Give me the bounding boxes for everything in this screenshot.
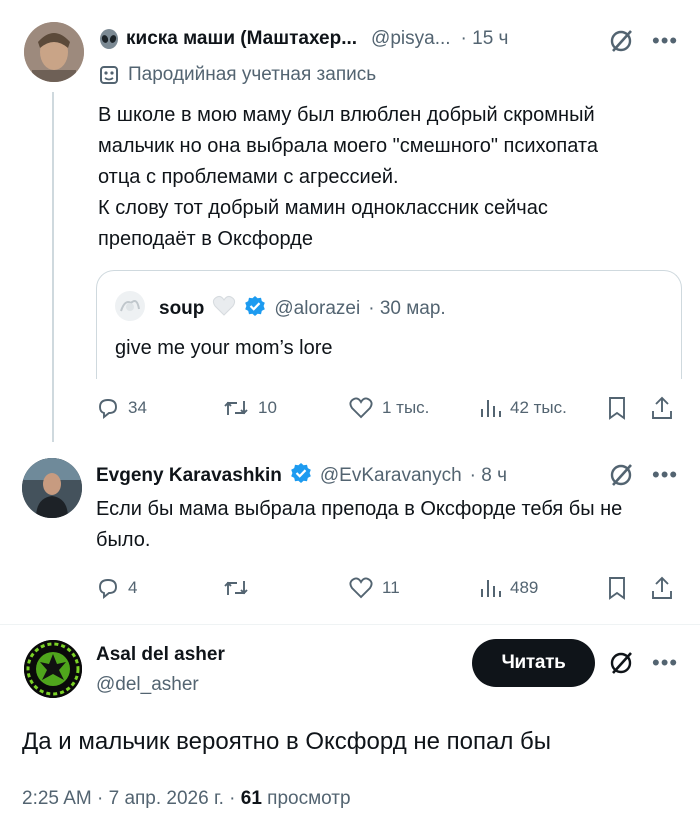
repost-count: 10 [258,398,277,417]
views-button[interactable]: 489 [478,576,538,600]
like-icon [348,576,374,600]
bookmark-icon[interactable] [606,576,628,600]
quoted-tweet[interactable]: soup @alorazei · 30 мар. give me your mo… [96,270,682,379]
reply-count: 4 [128,578,138,597]
quote-avatar [115,291,145,321]
repost-button[interactable] [222,576,258,600]
repost-icon [222,576,250,600]
reply-count: 34 [128,398,147,417]
like-count: 1 тыс. [382,398,430,417]
views-icon [478,576,502,600]
quote-date: · 30 мар. [368,297,446,319]
tweet-time[interactable]: · 8 ч [470,465,507,487]
author-handle[interactable]: @del_asher [96,674,199,696]
verified-badge-icon [244,295,266,322]
tweet-text: Если бы мама выбрала препода в Оксфорде … [96,498,623,551]
views-label: просмотр [267,788,351,809]
like-button[interactable]: 11 [348,576,400,600]
author-name[interactable]: Asal del asher [96,644,225,666]
share-icon[interactable] [650,396,674,420]
reply-button[interactable]: 4 [96,576,137,600]
author-handle[interactable]: @EvKaravanych [320,465,462,487]
repost-button[interactable]: 10 [222,396,277,420]
quote-text: give me your mom’s lore [115,337,333,359]
thread-line [52,92,54,442]
avatar[interactable] [22,458,82,518]
views-icon [478,396,502,420]
heart-emoji-icon [212,295,236,322]
like-button[interactable]: 1 тыс. [348,396,429,420]
views-button[interactable]: 42 тыс. [478,396,567,420]
avatar[interactable] [24,22,84,82]
reply-icon [96,576,120,600]
reply-icon [96,396,120,420]
divider [0,624,700,625]
parody-label: Пародийная учетная запись [128,64,377,85]
grok-icon[interactable] [609,28,635,54]
quote-author-handle: @alorazei [274,297,361,319]
author-handle[interactable]: @pisya... [371,28,450,50]
tweet-time[interactable]: · 15 ч [461,28,509,50]
follow-button[interactable]: Читать [472,639,595,687]
avatar[interactable] [24,640,82,698]
grok-icon[interactable] [609,650,635,676]
tweet-text: Да и мальчик вероятно в Оксфорд не попал… [22,728,551,755]
tweet-text: В школе в мою маму был влюблен добрый ск… [98,104,598,250]
quote-author-name: soup [159,297,205,319]
tweet-meta: 2:25 AM · 7 апр. 2026 г. · 61 просмотр [22,788,351,810]
share-icon[interactable] [650,576,674,600]
views-count: 489 [510,578,539,597]
parody-mask-icon [98,64,120,86]
more-icon[interactable]: ••• [652,464,678,486]
like-icon [348,396,374,420]
bookmark-icon[interactable] [606,396,628,420]
views-count: 42 тыс. [510,398,567,417]
views-count: 61 [240,788,262,809]
like-count: 11 [382,578,400,597]
verified-badge-icon [290,462,312,489]
grok-icon[interactable] [609,462,635,488]
reply-button[interactable]: 34 [96,396,147,420]
more-icon[interactable]: ••• [652,30,678,52]
alien-icon [98,28,120,50]
author-name[interactable]: киска маши (Маштахер... [126,28,357,50]
author-name[interactable]: Evgeny Karavashkin [96,465,282,487]
more-icon[interactable]: ••• [652,652,678,674]
repost-icon [222,396,250,420]
timestamp[interactable]: 2:25 AM · 7 апр. 2026 г. · [22,788,235,809]
